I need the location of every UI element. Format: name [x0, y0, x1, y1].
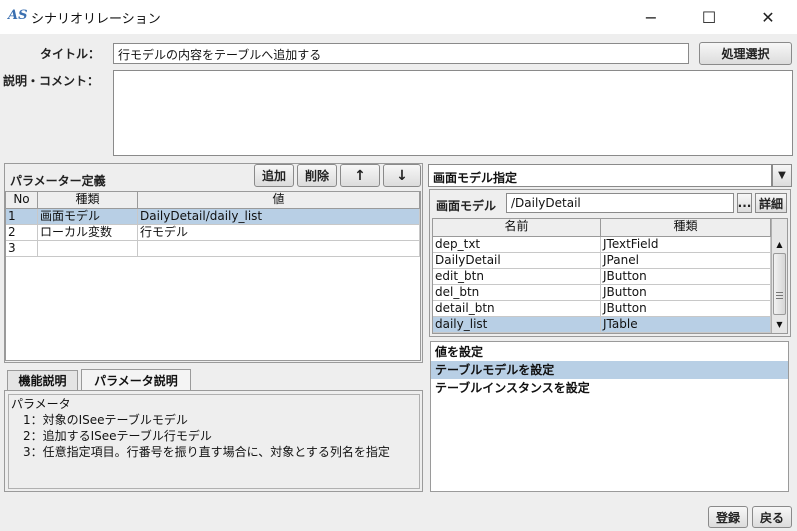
parameter-table: No 種類 値 1 画面モデル DailyDetail/daily_list 2…: [5, 191, 421, 361]
list-item[interactable]: テーブルインスタンスを設定: [431, 379, 788, 397]
component-name: dep_txt: [433, 237, 601, 253]
row-value: DailyDetail/daily_list: [138, 209, 420, 225]
description-line: 2：追加するISeeテーブル行モデル: [11, 429, 212, 443]
minimize-button[interactable]: −: [628, 0, 674, 34]
component-name: DailyDetail: [433, 253, 601, 269]
add-parameter-button[interactable]: 追加: [254, 164, 294, 187]
row-value: [138, 241, 420, 257]
vertical-scrollbar[interactable]: ▲ ▼: [771, 219, 787, 333]
list-item[interactable]: 値を設定: [431, 343, 788, 361]
column-header-name[interactable]: 名前: [433, 219, 601, 237]
scrollbar-thumb[interactable]: [773, 253, 786, 315]
title-label: タイトル：: [40, 47, 101, 61]
description-line: 3：任意指定項目。行番号を振り直す場合に、対象とする列名を指定: [11, 445, 390, 459]
table-row[interactable]: 1 画面モデル DailyDetail/daily_list: [6, 209, 420, 225]
component-type: JButton: [601, 269, 771, 285]
window-title: シナリオリレーション: [31, 12, 161, 27]
table-row[interactable]: 2 ローカル変数 行モデル: [6, 225, 420, 241]
component-name: daily_list: [433, 317, 601, 333]
component-type: JPanel: [601, 253, 771, 269]
table-row[interactable]: detail_btn JButton: [433, 301, 771, 317]
component-type: JTable: [601, 317, 771, 333]
description-line: 1：対象のISeeテーブルモデル: [11, 413, 188, 427]
row-kind: [38, 241, 138, 257]
close-button[interactable]: ✕: [745, 0, 791, 34]
parameter-heading: パラメーター定義: [10, 174, 106, 188]
column-header-kind[interactable]: 種類: [38, 192, 138, 209]
model-type-dropdown[interactable]: 画面モデル指定: [428, 164, 772, 187]
detail-button[interactable]: 詳細: [755, 193, 787, 213]
scroll-up-icon[interactable]: ▲: [774, 240, 785, 250]
component-type: JButton: [601, 285, 771, 301]
register-button[interactable]: 登録: [708, 506, 748, 528]
maximize-button[interactable]: ☐: [686, 0, 732, 34]
row-no: 2: [6, 225, 38, 241]
back-button[interactable]: 戻る: [752, 506, 792, 528]
comment-label: 説明・コメント：: [3, 74, 100, 88]
list-item[interactable]: テーブルモデルを設定: [431, 361, 788, 379]
table-row[interactable]: edit_btn JButton: [433, 269, 771, 285]
browse-button[interactable]: ...: [737, 193, 752, 213]
table-row[interactable]: dep_txt JTextField: [433, 237, 771, 253]
row-kind: 画面モデル: [38, 209, 138, 225]
row-kind: ローカル変数: [38, 225, 138, 241]
screen-model-input[interactable]: /DailyDetail: [506, 193, 734, 213]
table-row[interactable]: DailyDetail JPanel: [433, 253, 771, 269]
component-type: JTextField: [601, 237, 771, 253]
tab-parameter-description[interactable]: パラメータ説明: [81, 369, 191, 391]
component-type: JButton: [601, 301, 771, 317]
comment-textarea[interactable]: [113, 70, 793, 156]
action-list: 値を設定 テーブルモデルを設定 テーブルインスタンスを設定: [430, 341, 789, 492]
description-line: パラメータ: [11, 397, 71, 411]
component-name: edit_btn: [433, 269, 601, 285]
row-no: 1: [6, 209, 38, 225]
component-name: del_btn: [433, 285, 601, 301]
move-down-button[interactable]: ↓: [383, 164, 421, 187]
app-icon: AS: [8, 8, 28, 23]
component-name: detail_btn: [433, 301, 601, 317]
column-header-value[interactable]: 値: [138, 192, 420, 209]
scroll-down-icon[interactable]: ▼: [774, 320, 785, 330]
table-row[interactable]: daily_list JTable: [433, 317, 771, 333]
title-input[interactable]: 行モデルの内容をテーブルへ追加する: [113, 43, 689, 64]
table-row[interactable]: 3: [6, 241, 420, 257]
move-up-button[interactable]: ↑: [340, 164, 380, 187]
column-header-type[interactable]: 種類: [601, 219, 771, 237]
row-no: 3: [6, 241, 38, 257]
screen-model-label: 画面モデル: [436, 199, 497, 213]
select-process-button[interactable]: 処理選択: [699, 42, 792, 65]
row-value: 行モデル: [138, 225, 420, 241]
chevron-down-icon[interactable]: ▼: [772, 164, 792, 187]
table-row[interactable]: del_btn JButton: [433, 285, 771, 301]
tab-function-description[interactable]: 機能説明: [7, 370, 78, 390]
column-header-no[interactable]: No: [6, 192, 38, 209]
parameter-description-text: パラメータ 1：対象のISeeテーブルモデル 2：追加するISeeテーブル行モデ…: [8, 394, 420, 489]
delete-parameter-button[interactable]: 削除: [297, 164, 337, 187]
component-table: 名前 種類 dep_txt JTextField DailyDetail JPa…: [432, 218, 788, 334]
